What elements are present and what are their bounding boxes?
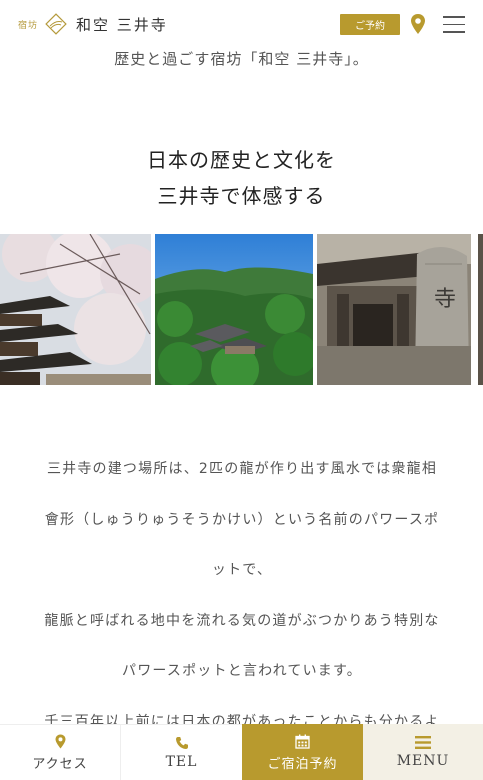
- paragraph-line: 會形（しゅうりゅうそうかけい）という名前のパワースポ: [44, 511, 440, 528]
- heading-line: 三井寺で体感する: [157, 184, 326, 208]
- lead-text: 歴史と過ごす宿坊「和空 三井寺」。: [114, 50, 369, 68]
- nav-booking-label: ご宿泊予約: [267, 756, 338, 772]
- section-heading: 日本の歴史と文化を 三井寺で体感する: [0, 142, 483, 214]
- photo-gallery[interactable]: 寺: [0, 234, 483, 385]
- paragraph-line: ットで、: [211, 562, 273, 578]
- temple-gate-stone-monument-photo: 寺: [317, 234, 475, 385]
- reserve-button[interactable]: ご予約: [340, 14, 400, 35]
- map-pin-icon[interactable]: [410, 13, 426, 35]
- map-pin-icon: [55, 734, 65, 748]
- nav-booking-button[interactable]: ご宿泊予約: [242, 724, 363, 780]
- svg-text:寺: 寺: [434, 287, 456, 312]
- paragraph-line: 龍脈と呼ばれる地中を流れる気の道がぶつかりあう特別な: [44, 612, 440, 629]
- nav-access-button[interactable]: アクセス: [0, 724, 121, 780]
- site-header: 宿坊 和空 三井寺 ご予約: [0, 0, 483, 48]
- nav-tel-button[interactable]: TEL: [121, 724, 242, 780]
- hamburger-menu-icon[interactable]: [443, 16, 465, 34]
- logo-name: 和空 三井寺: [76, 15, 168, 34]
- menu-bar: [443, 31, 465, 33]
- nav-menu-label: MENU: [396, 753, 450, 769]
- paragraph-line: 三井寺の建つ場所は、2匹の龍が作り出す風水では衆龍相: [46, 461, 438, 477]
- menu-bar: [443, 16, 465, 18]
- gallery-next-photo-sliver: [478, 234, 483, 385]
- calendar-icon: [295, 734, 310, 749]
- nav-access-label: アクセス: [32, 756, 88, 772]
- paragraph-line: パワースポットと言われています。: [122, 663, 362, 679]
- pagoda-cherry-blossom-photo: [0, 234, 151, 385]
- heading-line: 日本の歴史と文化を: [147, 148, 336, 172]
- site-logo[interactable]: 宿坊 和空 三井寺: [18, 0, 168, 48]
- nav-tel-label: TEL: [165, 753, 198, 770]
- bottom-navigation: アクセス TEL ご宿泊予約 MENU: [0, 724, 483, 780]
- hamburger-menu-icon: [415, 736, 431, 749]
- logo-mark-icon: [45, 13, 67, 35]
- body-paragraph: 三井寺の建つ場所は、2匹の龍が作り出す風水では衆龍相 會形（しゅうりゅうそうかけ…: [22, 444, 462, 747]
- menu-bar: [443, 23, 465, 25]
- phone-icon: [175, 736, 188, 749]
- logo-small-text: 宿坊: [18, 20, 39, 31]
- temple-in-green-mountains-photo: [155, 234, 313, 385]
- nav-menu-button[interactable]: MENU: [363, 724, 483, 780]
